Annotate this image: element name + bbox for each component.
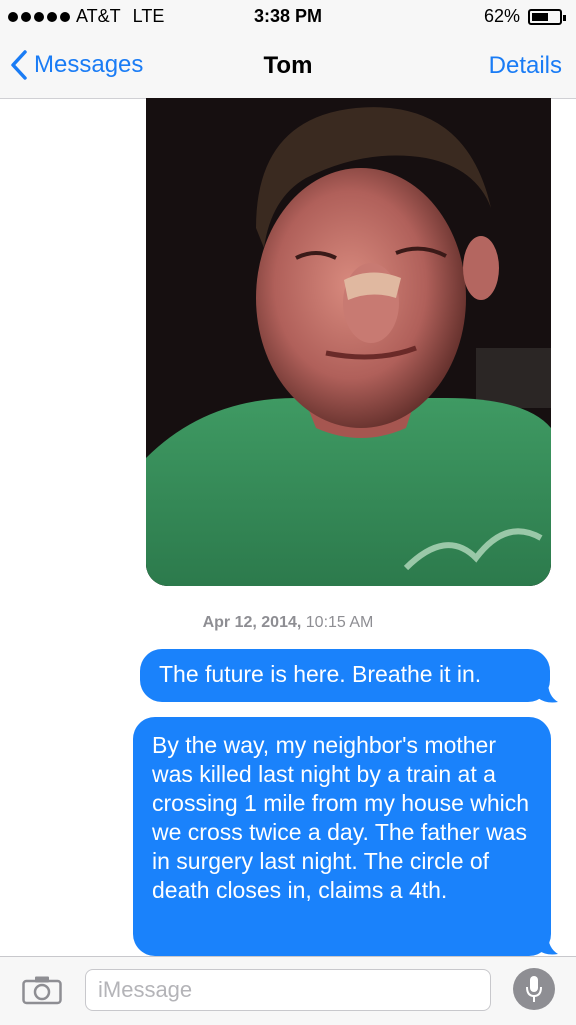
message-input[interactable] xyxy=(85,969,491,1011)
timestamp-date: Apr 12, 2014, xyxy=(202,614,302,631)
microphone-icon xyxy=(526,976,542,1002)
bubble-tail xyxy=(538,682,558,703)
message-timestamp: Apr 12, 2014, 10:15 AM xyxy=(0,614,576,632)
details-button[interactable]: Details xyxy=(489,52,562,80)
timestamp-time: 10:15 AM xyxy=(305,614,374,631)
status-right: 62% xyxy=(483,6,566,27)
photo-message[interactable] xyxy=(146,98,551,586)
battery-percent: 62% xyxy=(483,6,520,26)
message-bubble[interactable]: By the way, my neighbor's mother was kil… xyxy=(133,717,551,956)
selfie-photo xyxy=(146,98,551,586)
message-bubble[interactable]: The future is here. Breathe it in. xyxy=(140,649,550,702)
compose-bar xyxy=(0,956,576,1025)
bubble-tail xyxy=(538,934,558,955)
status-bar: AT&T LTE 3:38 PM 62% xyxy=(0,0,576,36)
camera-button[interactable] xyxy=(22,975,62,1010)
microphone-button[interactable] xyxy=(513,968,555,1010)
camera-icon xyxy=(22,976,62,1005)
nav-bar: Messages Tom Details xyxy=(0,36,576,99)
battery-icon xyxy=(528,8,566,25)
